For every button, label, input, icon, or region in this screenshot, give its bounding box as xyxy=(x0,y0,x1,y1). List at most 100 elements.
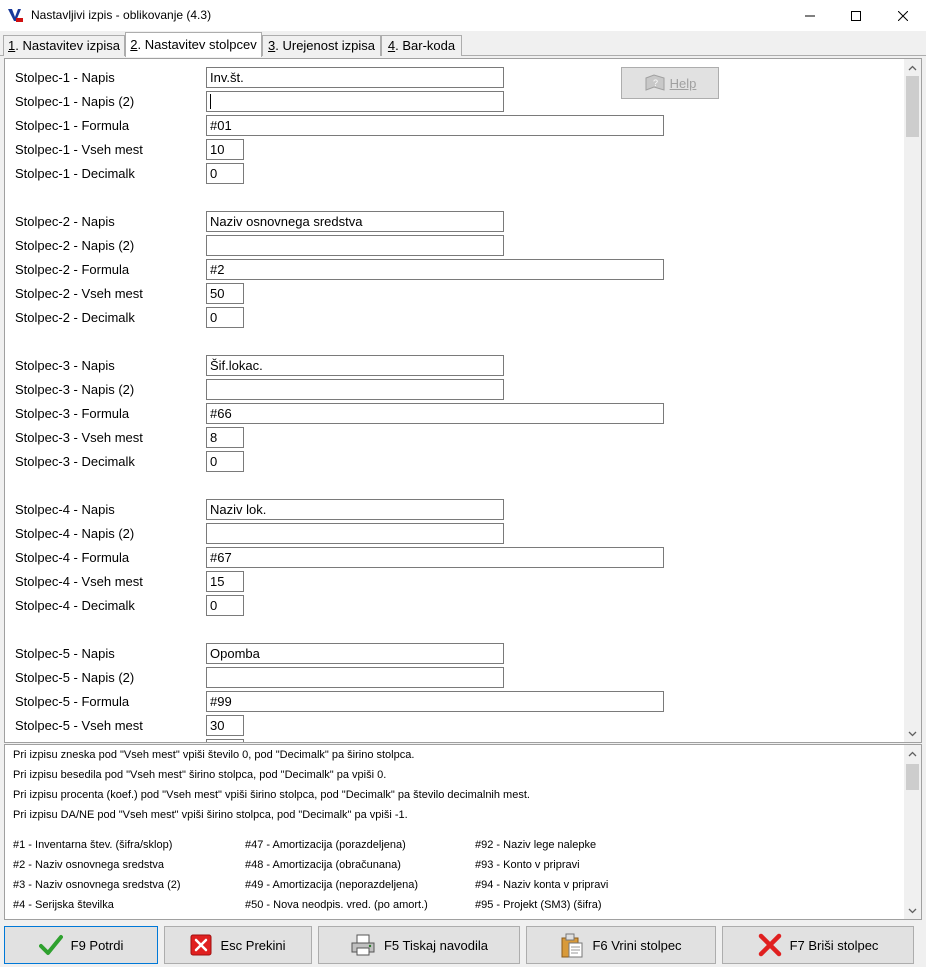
stolpec-2-decimalk-input[interactable]: 0 xyxy=(206,307,244,328)
input-value: 30 xyxy=(210,718,225,733)
insert-column-label: F6 Vrini stolpec xyxy=(592,937,682,953)
tab-nastavitev-izpisa[interactable]: 1. Nastavitev izpisa xyxy=(3,35,125,56)
stolpec-2-napis-label: Stolpec-2 - Napis xyxy=(15,214,115,229)
window-title: Nastavljivi izpis - oblikovanje (4.3) xyxy=(31,8,212,22)
reference-item: #4 - Serijska številka xyxy=(13,899,114,911)
stolpec-2-formula-label: Stolpec-2 - Formula xyxy=(15,262,130,277)
input-value: Inv.št. xyxy=(210,70,244,85)
input-value: Šif.lokac. xyxy=(210,358,263,373)
stolpec-2-napis2-label: Stolpec-2 - Napis (2) xyxy=(15,238,135,253)
stolpec-2-vseh-mest-input[interactable]: 50 xyxy=(206,283,244,304)
input-value: #2 xyxy=(210,262,225,277)
text-caret xyxy=(210,94,211,109)
cancel-x-icon xyxy=(190,934,212,956)
stolpec-4-napis2-input[interactable] xyxy=(206,523,504,544)
stolpec-3-napis-input[interactable]: Šif.lokac. xyxy=(206,355,504,376)
cancel-button[interactable]: Esc Prekini xyxy=(164,926,312,964)
insert-column-button[interactable]: F6 Vrini stolpec xyxy=(526,926,716,964)
input-value: 15 xyxy=(210,574,225,589)
stolpec-4-napis-input[interactable]: Naziv lok. xyxy=(206,499,504,520)
stolpec-1-formula-label: Stolpec-1 - Formula xyxy=(15,118,130,133)
input-value: Opomba xyxy=(210,646,260,661)
stolpec-2-napis-input[interactable]: Naziv osnovnega sredstva xyxy=(206,211,504,232)
reference-scrollbar[interactable] xyxy=(904,745,921,919)
tab-bar-koda[interactable]: 4. Bar-koda xyxy=(381,35,462,56)
minimize-button[interactable] xyxy=(787,0,833,31)
stolpec-1-vseh-mest-input[interactable]: 10 xyxy=(206,139,244,160)
stolpec-4-formula-input[interactable]: #67 xyxy=(206,547,664,568)
stolpec-1-vseh-mest-label: Stolpec-1 - Vseh mest xyxy=(15,142,143,157)
stolpec-3-formula-input[interactable]: #66 xyxy=(206,403,664,424)
stolpec-2-vseh-mest-label: Stolpec-2 - Vseh mest xyxy=(15,286,143,301)
close-button[interactable] xyxy=(880,0,926,31)
input-value: 0 xyxy=(210,454,218,469)
insert-column-icon xyxy=(561,933,583,958)
confirm-button[interactable]: F9 Potrdi xyxy=(4,926,158,964)
printer-icon xyxy=(351,934,375,956)
note-line: Pri izpisu procenta (koef.) pod "Vseh me… xyxy=(13,789,530,801)
stolpec-5-napis2-input[interactable] xyxy=(206,667,504,688)
chevron-up-icon xyxy=(908,65,917,70)
tab-urejenost-izpisa[interactable]: 3. Urejenost izpisa xyxy=(262,35,381,56)
reference-item: #48 - Amortizacija (obračunana) xyxy=(245,859,401,871)
reference-item: #95 - Projekt (SM3) (šifra) xyxy=(475,899,602,911)
input-value: #67 xyxy=(210,550,232,565)
stolpec-3-vseh-mest-input[interactable]: 8 xyxy=(206,427,244,448)
reference-item: #3 - Naziv osnovnega sredstva (2) xyxy=(13,879,181,891)
stolpec-3-napis-label: Stolpec-3 - Napis xyxy=(15,358,115,373)
stolpec-1-decimalk-label: Stolpec-1 - Decimalk xyxy=(15,166,135,181)
scroll-thumb[interactable] xyxy=(906,764,919,790)
stolpec-5-vseh-mest-input[interactable]: 30 xyxy=(206,715,244,736)
stolpec-5-formula-input[interactable]: #99 xyxy=(206,691,664,712)
stolpec-5-napis-input[interactable]: Opomba xyxy=(206,643,504,664)
stolpec-1-napis-input[interactable]: Inv.št. xyxy=(206,67,504,88)
form-scrollbar[interactable] xyxy=(904,59,921,742)
tab-bar: 1. Nastavitev izpisa 2. Nastavitev stolp… xyxy=(0,31,926,57)
stolpec-4-decimalk-input[interactable]: 0 xyxy=(206,595,244,616)
scroll-up-arrow[interactable] xyxy=(904,59,921,76)
stolpec-4-vseh-mest-input[interactable]: 15 xyxy=(206,571,244,592)
stolpec-1-napis2-input[interactable] xyxy=(206,91,504,112)
stolpec-3-formula-label: Stolpec-3 - Formula xyxy=(15,406,130,421)
scroll-down-arrow[interactable] xyxy=(904,902,921,919)
stolpec-5-vseh-mest-label: Stolpec-5 - Vseh mest xyxy=(15,718,143,733)
stolpec-2-formula-input[interactable]: #2 xyxy=(206,259,664,280)
stolpec-1-decimalk-input[interactable]: 0 xyxy=(206,163,244,184)
help-button[interactable]: ? Help xyxy=(621,67,719,99)
input-value: 0 xyxy=(210,310,218,325)
stolpec-4-vseh-mest-label: Stolpec-4 - Vseh mest xyxy=(15,574,143,589)
chevron-up-icon xyxy=(908,751,917,756)
stolpec-3-decimalk-input[interactable]: 0 xyxy=(206,451,244,472)
reference-item: #2 - Naziv osnovnega sredstva xyxy=(13,859,165,871)
tab-nastavitev-stolpcev[interactable]: 2. Nastavitev stolpcev xyxy=(125,32,262,57)
reference-item: #94 - Naziv konta v pripravi xyxy=(475,879,609,891)
scroll-down-arrow[interactable] xyxy=(904,725,921,742)
help-book-icon: ? xyxy=(645,74,665,91)
input-value: 8 xyxy=(210,430,218,445)
input-value: Naziv lok. xyxy=(210,502,267,517)
reference-item: #92 - Naziv lege nalepke xyxy=(475,839,597,851)
print-instructions-button[interactable]: F5 Tiskaj navodila xyxy=(318,926,520,964)
stolpec-3-vseh-mest-label: Stolpec-3 - Vseh mest xyxy=(15,430,143,445)
input-value: #01 xyxy=(210,118,232,133)
input-value: 0 xyxy=(210,166,218,181)
stolpec-5-decimalk-input[interactable] xyxy=(206,739,244,742)
help-button-label: Help xyxy=(669,75,697,91)
stolpec-3-napis2-label: Stolpec-3 - Napis (2) xyxy=(15,382,135,397)
stolpec-1-formula-input[interactable]: #01 xyxy=(206,115,664,136)
reference-item: #47 - Amortizacija (porazdeljena) xyxy=(245,839,406,851)
scroll-up-arrow[interactable] xyxy=(904,745,921,762)
stolpec-2-napis2-input[interactable] xyxy=(206,235,504,256)
formula-reference-panel: Pri izpisu zneska pod "Vseh mest" vpiši … xyxy=(4,744,922,920)
scroll-thumb[interactable] xyxy=(906,76,919,137)
delete-column-button[interactable]: F7 Briši stolpec xyxy=(722,926,914,964)
delete-x-icon xyxy=(758,933,781,957)
tab-hotkey: 2 xyxy=(130,37,138,52)
maximize-button[interactable] xyxy=(833,0,879,31)
app-logo-icon xyxy=(8,9,23,22)
cancel-button-label: Esc Prekini xyxy=(220,937,286,953)
stolpec-3-napis2-input[interactable] xyxy=(206,379,504,400)
title-bar: Nastavljivi izpis - oblikovanje (4.3) xyxy=(0,0,926,31)
print-instructions-label: F5 Tiskaj navodila xyxy=(383,937,489,953)
input-value: #66 xyxy=(210,406,232,421)
